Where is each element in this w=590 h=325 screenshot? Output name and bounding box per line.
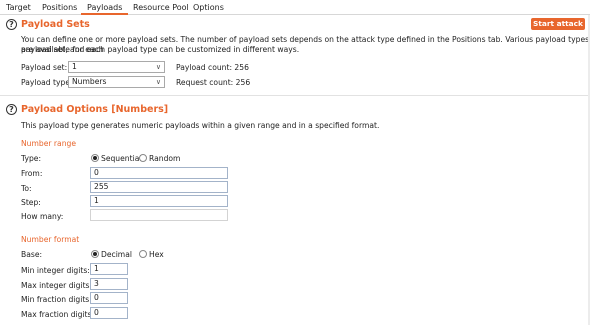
number-range-title: Number range [21, 139, 76, 148]
tab-bar: Target Positions Payloads Resource Pool … [0, 0, 590, 15]
to-input[interactable]: 255 [90, 181, 228, 193]
tab-options[interactable]: Options [187, 0, 230, 15]
payload-type-label: Payload type: [21, 78, 73, 87]
max-integer-digits-label: Max integer digits: [21, 281, 93, 290]
type-label: Type: [21, 154, 41, 163]
from-input[interactable]: 0 [90, 167, 228, 179]
tab-positions[interactable]: Positions [36, 0, 83, 15]
max-fraction-digits-label: Max fraction digits: [21, 310, 95, 319]
base-label: Base: [21, 250, 43, 259]
payload-type-value: Numbers [72, 77, 107, 86]
request-count: Request count: 256 [176, 78, 251, 87]
min-fraction-digits-label: Min fraction digits: [21, 295, 92, 304]
from-label: From: [21, 169, 43, 178]
help-icon[interactable]: ? [6, 19, 17, 30]
sequential-label: Sequential [101, 154, 142, 163]
number-format-title: Number format [21, 235, 80, 244]
payload-set-label: Payload set: [21, 63, 68, 72]
min-integer-digits-input[interactable]: 1 [90, 263, 128, 275]
help-icon[interactable]: ? [6, 104, 17, 115]
payload-options-desc: This payload type generates numeric payl… [21, 121, 380, 130]
sequential-radio[interactable] [91, 154, 99, 162]
tab-payloads[interactable]: Payloads [81, 0, 129, 15]
how-many-input[interactable] [90, 209, 228, 221]
decimal-label: Decimal [101, 250, 132, 259]
min-integer-digits-label: Min integer digits: [21, 266, 90, 275]
payload-set-select[interactable]: 1 ∨ [68, 61, 165, 73]
random-radio[interactable] [139, 154, 147, 162]
payload-type-select[interactable]: Numbers ∨ [68, 76, 165, 88]
decimal-radio[interactable] [91, 250, 99, 258]
chevron-down-icon: ∨ [155, 78, 161, 86]
tab-target[interactable]: Target [0, 0, 37, 15]
payload-options-title: Payload Options [Numbers] [21, 104, 169, 115]
to-label: To: [21, 184, 32, 193]
payload-set-value: 1 [72, 62, 77, 71]
max-integer-digits-input[interactable]: 3 [90, 278, 128, 290]
random-label: Random [149, 154, 181, 163]
chevron-down-icon: ∨ [155, 63, 161, 71]
start-attack-button[interactable]: Start attack [531, 18, 585, 30]
payload-count: Payload count: 256 [176, 63, 249, 72]
min-fraction-digits-input[interactable]: 0 [90, 292, 128, 304]
hex-radio[interactable] [139, 250, 147, 258]
hex-label: Hex [149, 250, 164, 259]
payload-sets-title: Payload Sets [21, 19, 90, 30]
how-many-label: How many: [21, 212, 64, 221]
step-input[interactable]: 1 [90, 195, 228, 207]
step-label: Step: [21, 198, 41, 207]
payload-sets-desc-line2: payload set, and each payload type can b… [21, 45, 300, 54]
tab-resource-pool[interactable]: Resource Pool [127, 0, 195, 15]
max-fraction-digits-input[interactable]: 0 [90, 307, 128, 319]
section-divider [0, 95, 590, 96]
